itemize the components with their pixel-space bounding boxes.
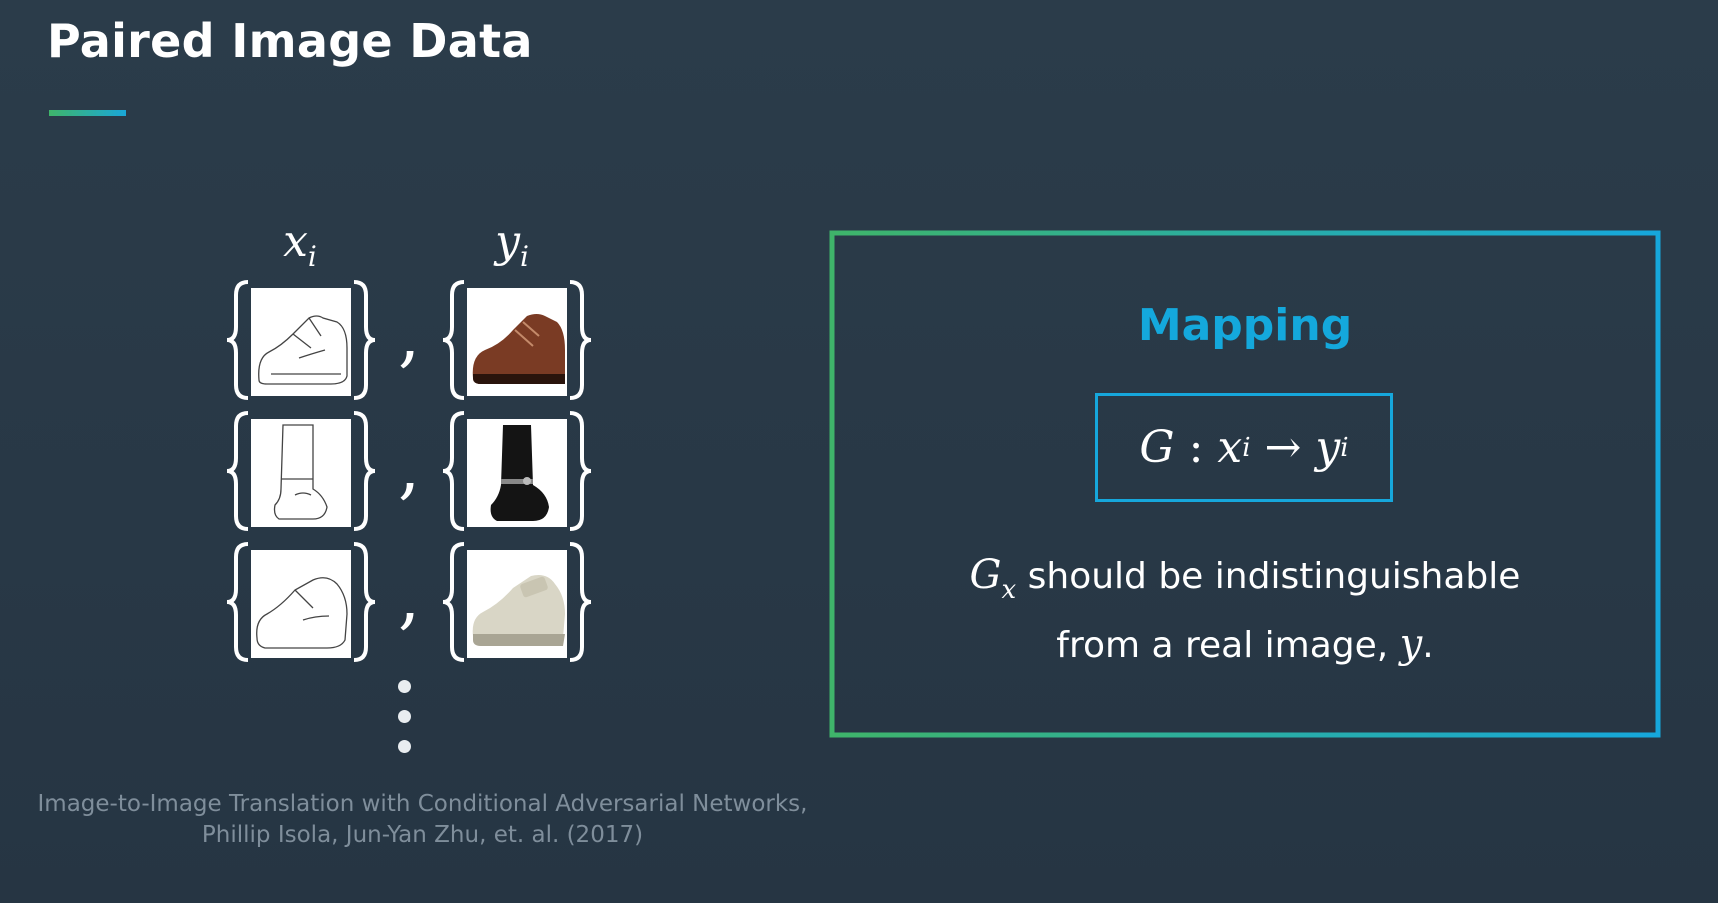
dot (398, 740, 411, 753)
left-brace (224, 279, 252, 401)
right-brace (350, 410, 378, 532)
mapping-formula: G : xi → yi (1095, 393, 1393, 502)
description-line-2: from a real image, y. (1056, 621, 1434, 667)
beige-velcro-shoe-photo-image (467, 550, 567, 658)
right-brace (566, 410, 594, 532)
citation: Image-to-Image Translation with Conditio… (20, 789, 825, 851)
mapping-panel: Mapping G : xi → yi Gx should be indisti… (829, 230, 1661, 738)
pair-separator: , (398, 294, 421, 376)
continuation-dots (398, 680, 414, 770)
description-line-1: Gx should be indistinguishable (969, 552, 1521, 605)
citation-line-2: Phillip Isola, Jun-Yan Zhu, et. al. (201… (201, 822, 644, 848)
dot (398, 680, 411, 693)
left-brace (440, 541, 468, 663)
right-brace (350, 541, 378, 663)
right-brace (566, 541, 594, 663)
citation-line-1: Image-to-Image Translation with Conditio… (37, 791, 808, 817)
left-brace (440, 279, 468, 401)
left-brace (224, 541, 252, 663)
black-biker-boot-photo-image (467, 419, 567, 527)
mapping-description: Gx should be indistinguishable from a re… (829, 548, 1661, 673)
slide-title: Paired Image Data (47, 14, 533, 68)
pair-separator: , (398, 426, 421, 508)
x-column-label: xi (283, 216, 317, 273)
left-brace (440, 410, 468, 532)
right-brace (566, 279, 594, 401)
boot-sketch-image (251, 419, 351, 527)
dot (398, 710, 411, 723)
left-brace (224, 410, 252, 532)
mapping-title: Mapping (1137, 300, 1353, 351)
title-accent-bar (49, 110, 126, 116)
brown-oxford-shoe-photo-image (467, 288, 567, 396)
oxford-shoe-sketch-image (251, 288, 351, 396)
pair-separator: , (398, 556, 421, 638)
right-brace (350, 279, 378, 401)
y-column-label: yi (495, 216, 529, 273)
velcro-shoe-sketch-image (251, 550, 351, 658)
